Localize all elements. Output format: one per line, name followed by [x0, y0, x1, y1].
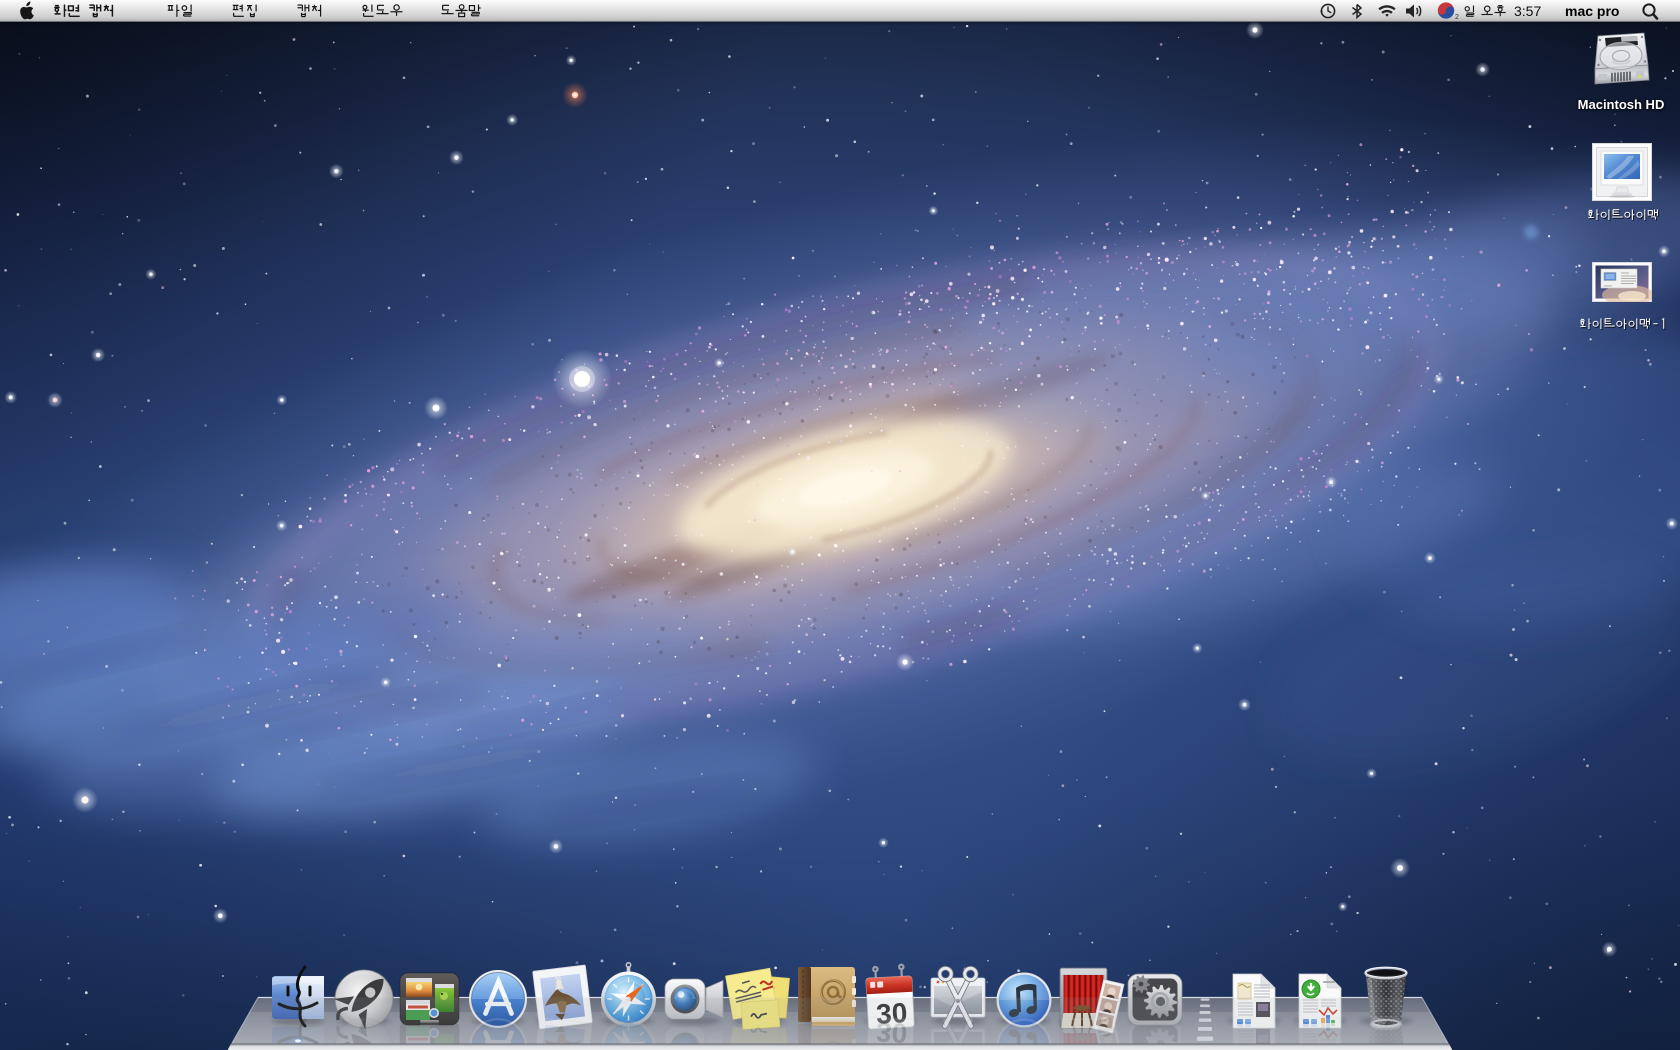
svg-text:2: 2 — [1455, 14, 1459, 21]
